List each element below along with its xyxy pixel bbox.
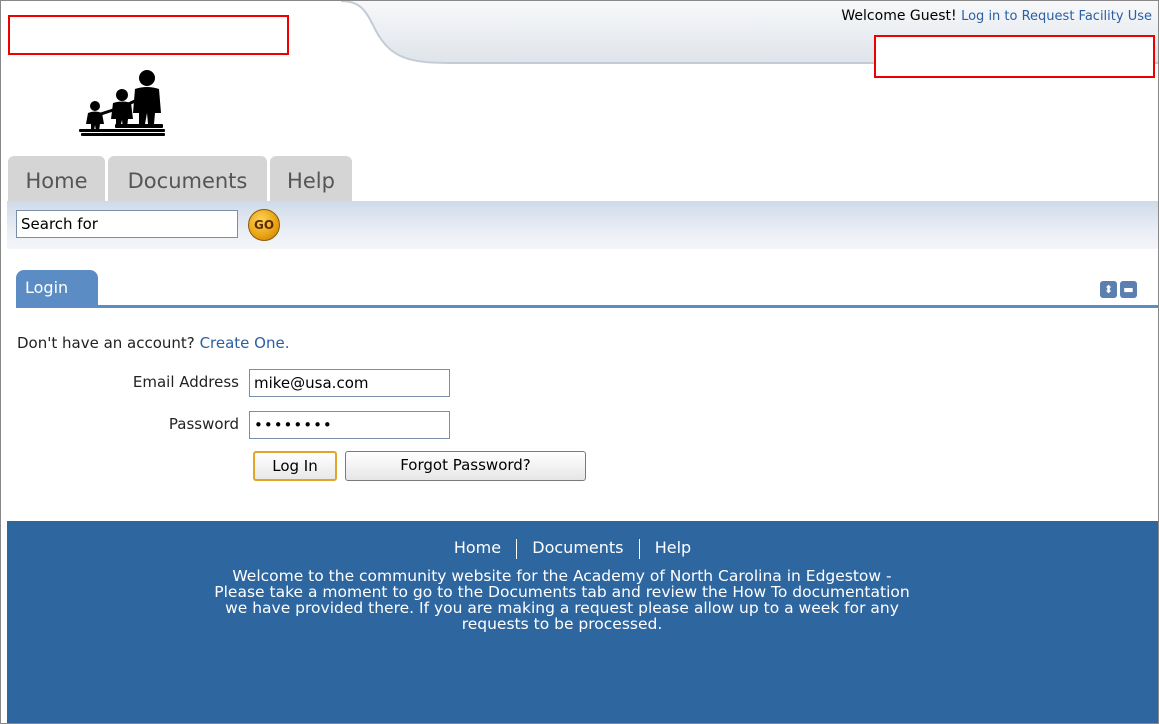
footer-nav: Home Documents Help — [7, 538, 1138, 559]
collapse-icon[interactable]: ▬ — [1120, 281, 1137, 298]
footer-separator — [516, 538, 518, 559]
password-label: Password — [168, 415, 239, 433]
panel-divider — [16, 305, 1158, 308]
login-panel-tab: Login — [16, 270, 98, 305]
login-request-link[interactable]: Log in to Request Facility Use — [961, 9, 1152, 24]
account-prompt: Don't have an account? Create One. — [17, 334, 289, 352]
password-field[interactable] — [249, 411, 450, 439]
welcome-text: Welcome Guest! — [841, 8, 957, 24]
email-field[interactable] — [249, 369, 450, 397]
redacted-site-title — [8, 15, 289, 55]
email-label: Email Address — [132, 373, 239, 391]
account-prompt-text: Don't have an account? — [17, 334, 195, 352]
welcome-message: Welcome Guest! Log in to Request Facilit… — [841, 8, 1152, 24]
footer-separator — [638, 538, 640, 559]
page-frame: Welcome Guest! Log in to Request Facilit… — [0, 0, 1159, 724]
family-logo-icon — [79, 70, 165, 136]
footer: Home Documents Help Welcome to the commu… — [7, 521, 1158, 723]
go-button[interactable]: GO — [248, 209, 280, 241]
forgot-password-button[interactable]: Forgot Password? — [345, 451, 586, 481]
login-button[interactable]: Log In — [253, 451, 337, 481]
footer-link-documents[interactable]: Documents — [532, 538, 623, 557]
search-input[interactable] — [16, 210, 238, 238]
footer-welcome-text: Welcome to the community website for the… — [214, 567, 910, 633]
tab-help[interactable]: Help — [270, 156, 352, 202]
expand-toggle-icon[interactable]: ⬍ — [1100, 281, 1117, 298]
tab-documents[interactable]: Documents — [108, 156, 267, 202]
header-banner: Welcome Guest! Log in to Request Facilit… — [1, 1, 1158, 78]
create-account-link[interactable]: Create One. — [200, 334, 290, 352]
redacted-district-name — [874, 35, 1155, 78]
footer-link-home[interactable]: Home — [454, 538, 501, 557]
footer-link-help[interactable]: Help — [655, 538, 691, 557]
tab-home[interactable]: Home — [8, 156, 105, 202]
